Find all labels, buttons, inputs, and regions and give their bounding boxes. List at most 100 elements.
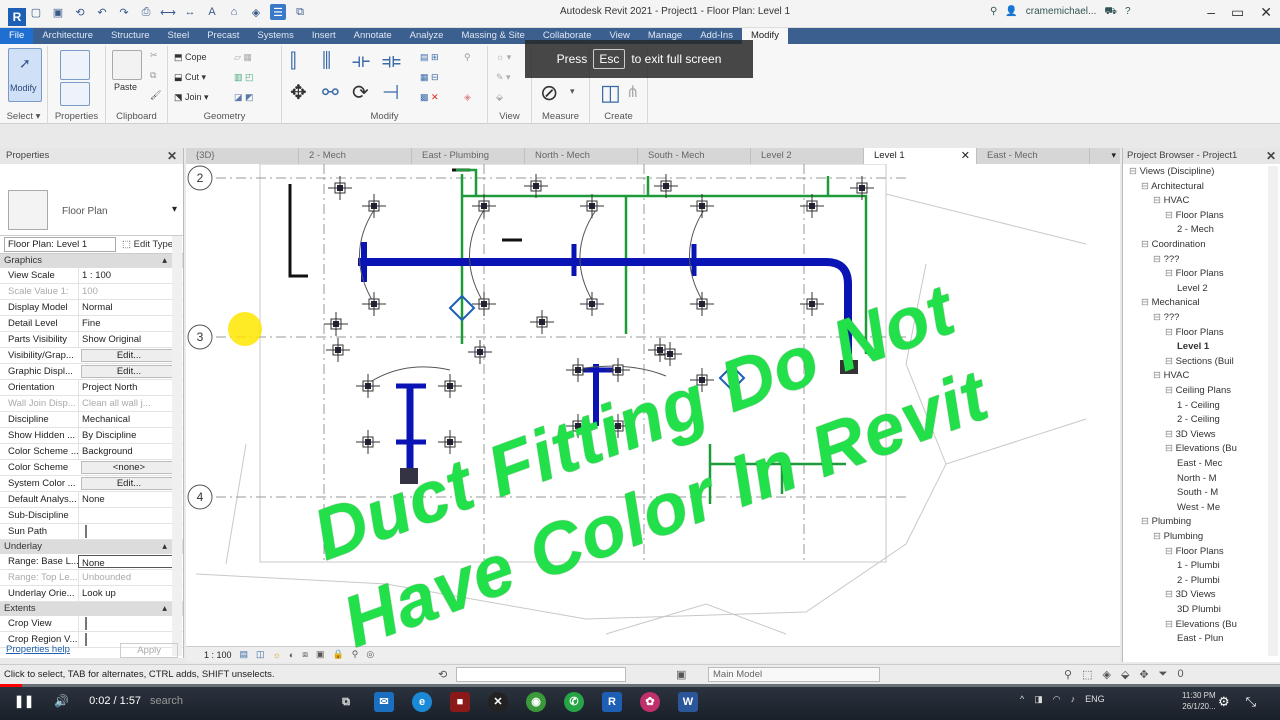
tray-app-icon[interactable]: ◨ xyxy=(1034,694,1043,705)
settings-gear-icon[interactable]: ⚙ xyxy=(1218,694,1230,710)
browser-node[interactable]: 3D Plumbi xyxy=(1177,604,1221,615)
browser-node[interactable]: ⊟ Coordination xyxy=(1141,239,1205,250)
air-terminal[interactable] xyxy=(468,340,492,364)
browser-node[interactable]: ⊟ Sections (Buil xyxy=(1165,356,1234,367)
sun-path-icon[interactable]: ☼ xyxy=(273,650,281,660)
filter-icon[interactable]: ⏷ xyxy=(1159,668,1168,681)
sync-icon[interactable]: ⟲ xyxy=(72,4,88,20)
browser-close-icon[interactable]: ✕ xyxy=(1266,148,1276,164)
expand-icon[interactable]: ⊟ xyxy=(1153,195,1164,206)
minimize-icon[interactable]: – xyxy=(1207,4,1215,21)
air-terminal[interactable] xyxy=(472,194,496,218)
air-terminal[interactable] xyxy=(438,374,462,398)
air-terminal[interactable] xyxy=(580,292,604,316)
air-terminal[interactable] xyxy=(690,292,714,316)
browser-node[interactable]: ⊟ 3D Views xyxy=(1165,429,1216,440)
expand-icon[interactable]: ⊟ xyxy=(1153,370,1164,381)
whatsapp-icon[interactable]: ✆ xyxy=(564,692,584,712)
offset-icon[interactable]: ⫼ xyxy=(322,50,331,73)
detail-level-icon[interactable]: ▤ xyxy=(240,649,249,660)
paste-label[interactable]: Paste xyxy=(114,82,137,92)
tab-south-mech[interactable]: South - Mech xyxy=(638,148,751,164)
browser-node[interactable]: 2 - Plumbi xyxy=(1177,575,1220,586)
pause-icon[interactable]: ❚❚ xyxy=(14,694,34,708)
chrome-icon[interactable]: ◉ xyxy=(526,692,546,712)
workset-select[interactable] xyxy=(456,667,626,682)
linework-icon[interactable]: ⬙ xyxy=(496,92,503,103)
match-props-icon[interactable]: 🖌 xyxy=(150,90,161,101)
expand-icon[interactable]: ⊟ xyxy=(1153,254,1164,265)
cart-icon[interactable]: ⛟ xyxy=(1104,6,1117,19)
create-group-icon[interactable]: ⋔ xyxy=(626,82,639,102)
task-view-icon[interactable]: ⧉ xyxy=(336,692,356,712)
cope-button[interactable]: ⬒ Cope xyxy=(174,52,207,63)
tray-arrow-icon[interactable]: ^ xyxy=(1020,694,1024,705)
tab-steel[interactable]: Steel xyxy=(159,28,199,44)
browser-node[interactable]: ⊟ Views (Discipline) xyxy=(1129,166,1214,177)
unpin-icon[interactable]: ◈ xyxy=(464,92,471,103)
fullscreen-exit-icon[interactable]: ⤡ xyxy=(1246,694,1256,710)
browser-node[interactable]: ⊟ Floor Plans xyxy=(1165,327,1224,338)
type-selector[interactable]: Floor Plan ▾ xyxy=(0,164,183,236)
air-terminal[interactable] xyxy=(326,338,350,362)
taskbar-search[interactable]: search xyxy=(150,695,183,707)
tab-annotate[interactable]: Annotate xyxy=(345,28,401,44)
mail-icon[interactable]: ✉ xyxy=(374,692,394,712)
properties-help-link[interactable]: Properties help xyxy=(6,642,70,658)
browser-node[interactable]: 1 - Ceiling xyxy=(1177,400,1220,411)
redo-icon[interactable]: ↷ xyxy=(116,4,132,20)
expand-icon[interactable]: ⊟ xyxy=(1153,312,1164,323)
air-terminal[interactable] xyxy=(356,374,380,398)
join-button[interactable]: ⬔ Join ▾ xyxy=(174,92,209,103)
tab-analyze[interactable]: Analyze xyxy=(401,28,453,44)
text-icon[interactable]: A xyxy=(204,4,220,20)
browser-scrollbar[interactable] xyxy=(1268,166,1278,656)
geometry-tool-icon[interactable]: ▱ ▦ xyxy=(234,52,252,63)
expand-icon[interactable]: ⊟ xyxy=(1165,327,1176,338)
air-terminal[interactable] xyxy=(566,358,590,382)
user-icon[interactable]: 👤 xyxy=(1005,6,1017,19)
help-icon[interactable]: ? xyxy=(1125,6,1131,19)
tab-3d[interactable]: {3D} xyxy=(186,148,299,164)
create-assembly-icon[interactable]: ◫ xyxy=(600,80,621,106)
cut-button[interactable]: ⬓ Cut ▾ xyxy=(174,72,206,83)
progress-track[interactable] xyxy=(0,684,1280,687)
view-hide-icon[interactable]: ☼ ▾ xyxy=(496,52,511,63)
property-checkbox[interactable] xyxy=(85,525,87,538)
override-icon[interactable]: ✎ ▾ xyxy=(496,72,511,83)
tab-file[interactable]: File xyxy=(0,28,34,44)
expand-icon[interactable]: ⊟ xyxy=(1165,356,1176,367)
split-icon[interactable]: ▤ ⊞ xyxy=(420,52,439,63)
copy-icon[interactable]: ⚯ xyxy=(322,80,339,105)
extents-section[interactable]: Extents ▴ xyxy=(0,602,183,616)
align-icon[interactable]: ⫿ xyxy=(290,50,296,73)
grid-bubbles[interactable]: 2 3 4 xyxy=(187,165,213,510)
close-hidden-icon[interactable]: ⧉ xyxy=(292,4,308,20)
properties-icon[interactable] xyxy=(60,82,90,106)
browser-node[interactable]: ⊟ HVAC xyxy=(1153,195,1189,206)
tab-level-1[interactable]: Level 1 ✕ xyxy=(864,148,977,164)
browser-node[interactable]: ⊟ Ceiling Plans xyxy=(1165,385,1231,396)
tab-massing-site[interactable]: Massing & Site xyxy=(452,28,533,44)
expand-icon[interactable]: ⊟ xyxy=(1165,619,1176,630)
modify-tool-button[interactable]: ➚ Modify xyxy=(8,48,42,102)
undo-icon[interactable]: ↶ xyxy=(94,4,110,20)
expand-icon[interactable]: ⊟ xyxy=(1165,429,1176,440)
crop-icon[interactable]: ⧈ xyxy=(302,649,308,660)
air-terminal[interactable] xyxy=(356,430,380,454)
property-edit-button[interactable]: Edit... xyxy=(81,477,177,490)
browser-node[interactable]: ⊟ Plumbing xyxy=(1141,516,1191,527)
properties-scrollbar[interactable] xyxy=(172,236,182,656)
browser-node[interactable]: ⊟ 3D Views xyxy=(1165,589,1216,600)
air-terminal[interactable] xyxy=(530,310,554,334)
tab-east-mech[interactable]: East - Mech xyxy=(977,148,1090,164)
browser-node[interactable]: 1 - Plumbi xyxy=(1177,560,1220,571)
word-icon[interactable]: W xyxy=(678,692,698,712)
select-underlay-icon[interactable]: ⬚ xyxy=(1082,668,1092,681)
tab-east-plumbing[interactable]: East - Plumbing xyxy=(412,148,525,164)
save-icon[interactable]: ▣ xyxy=(50,4,66,20)
browser-node[interactable]: East - Mec xyxy=(1177,458,1222,469)
tab-insert[interactable]: Insert xyxy=(303,28,345,44)
expand-icon[interactable]: ⊟ xyxy=(1165,589,1176,600)
instance-filter-select[interactable]: Floor Plan: Level 1 xyxy=(4,237,116,252)
